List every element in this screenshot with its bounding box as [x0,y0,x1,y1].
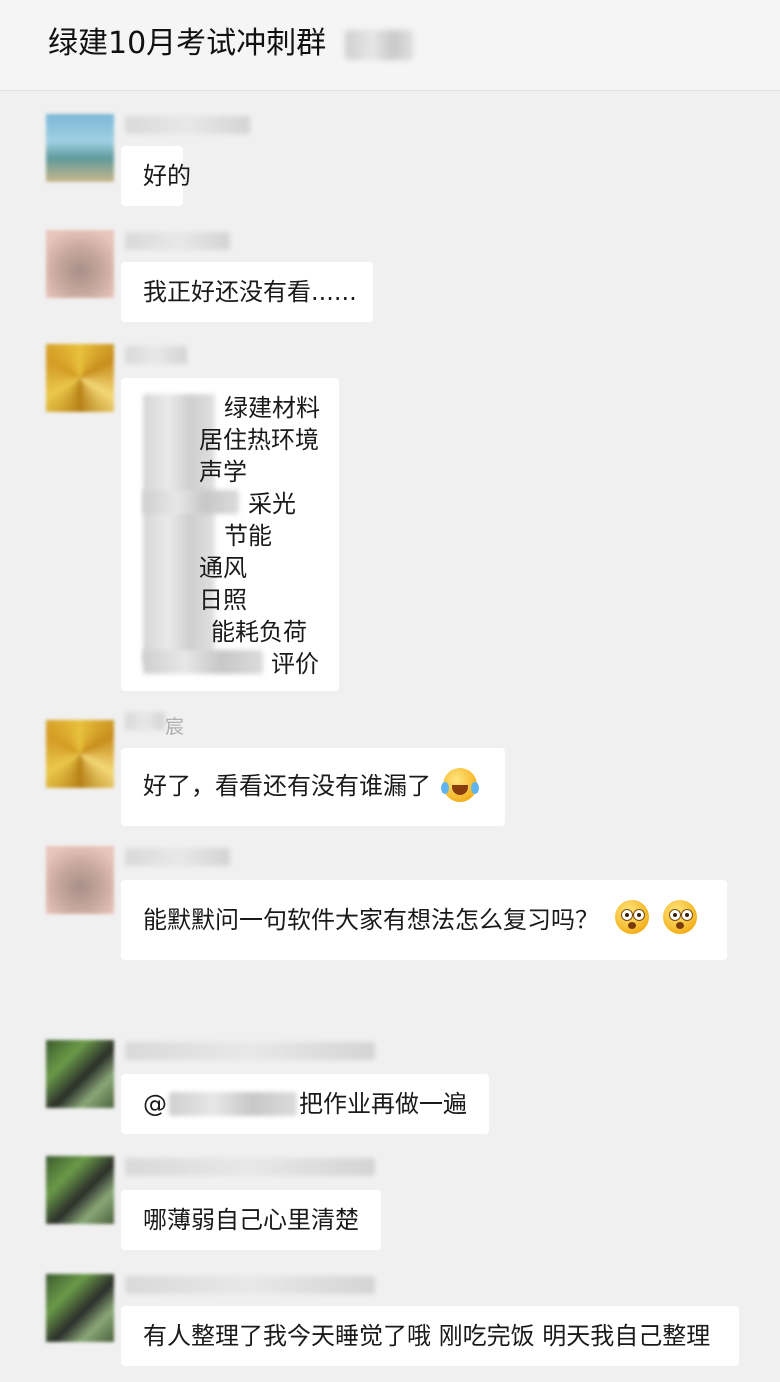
mention-at-symbol: @ [143,1090,167,1118]
list-item: 日照 [199,586,247,614]
message-bubble[interactable]: 好的 [121,146,191,206]
avatar[interactable] [46,344,114,412]
message-bubble-list[interactable]: 绿建材料 居住热环境 声学 采光 节能 通风 日照 能耗负荷 评价 [121,378,339,691]
list-item: 通风 [199,554,247,582]
message-text: 能默默问一句软件大家有想法怎么复习吗？ [143,906,599,934]
sender-name-blurred [125,1042,375,1060]
chat-header: 绿建10月考试冲刺群 [0,0,780,91]
list-item: 评价 [271,650,319,678]
message-bubble[interactable]: 好了，看看还有没有谁漏了 [121,748,505,826]
sender-name-blurred [125,1158,375,1176]
group-title[interactable]: 绿建10月考试冲刺群 [48,24,326,64]
blurred-prefix [143,490,239,514]
blurred-member-count [345,30,413,60]
blurred-mention-name [169,1092,297,1116]
avatar[interactable] [46,1040,114,1108]
avatar[interactable] [46,230,114,298]
flushed-emoji [615,900,649,934]
avatar[interactable] [46,114,114,182]
message-text: 好的 [143,162,191,190]
sender-name-blurred [125,712,165,730]
list-item: 绿建材料 [224,394,320,422]
message-text: 把作业再做一遍 [299,1090,467,1118]
list-item: 节能 [224,522,272,550]
avatar[interactable] [46,720,114,788]
sender-name-blurred [125,346,187,364]
list-item: 采光 [248,490,296,518]
sender-name-blurred [125,116,250,134]
sender-name-fragment: 宸 [165,716,185,738]
message-text: 我正好还没有看...... [143,278,357,306]
message-text: 哪薄弱自己心里清楚 [143,1206,359,1234]
list-item: 居住热环境 [199,426,319,454]
flushed-emoji [663,900,697,934]
message-text: 有人整理了我今天睡觉了哦 刚吃完饭 明天我自己整理 [143,1322,711,1350]
avatar[interactable] [46,1274,114,1342]
message-bubble[interactable]: 我正好还没有看...... [121,262,373,322]
list-item: 能耗负荷 [211,618,307,646]
sender-name-blurred [125,848,230,866]
blurred-prefix [143,650,263,674]
message-bubble[interactable]: @ 把作业再做一遍 [121,1074,489,1134]
message-bubble[interactable]: 能默默问一句软件大家有想法怎么复习吗？ [121,880,727,960]
message-bubble[interactable]: 有人整理了我今天睡觉了哦 刚吃完饭 明天我自己整理 [121,1306,739,1366]
sender-name-blurred [125,1276,375,1294]
avatar[interactable] [46,1156,114,1224]
avatar[interactable] [46,846,114,914]
list-item: 声学 [199,458,247,486]
sender-name-blurred [125,232,230,250]
message-text: 好了，看看还有没有谁漏了 [143,772,431,800]
laughing-crying-emoji [441,768,479,802]
message-bubble[interactable]: 哪薄弱自己心里清楚 [121,1190,381,1250]
